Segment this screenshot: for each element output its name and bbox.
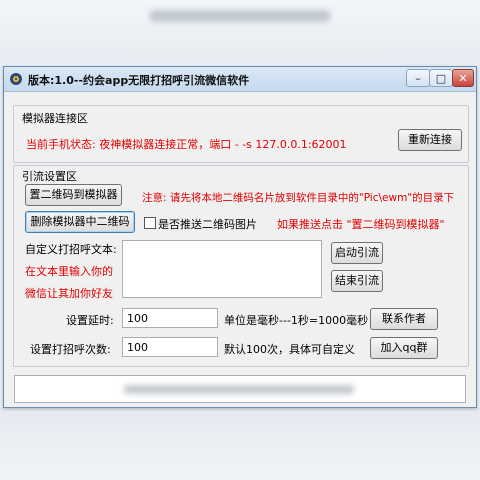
notice-text: 注意: 请先将本地二维码名片放到软件目录中的"Pic\ewm"的目录下: [142, 192, 455, 204]
emulator-group-title: 模拟器连接区: [22, 112, 88, 125]
emulator-status-text: 当前手机状态: 夜神模拟器连接正常，端口 - -s 127.0.0.1:6200…: [26, 138, 347, 151]
count-input[interactable]: [122, 337, 218, 357]
count-label: 设置打招呼次数:: [30, 343, 111, 356]
app-icon: [10, 73, 22, 85]
greeting-label: 自定义打招呼文本:: [25, 243, 117, 256]
push-hint-text: 如果推送点击 "置二维码到模拟器": [277, 218, 445, 231]
minimize-button[interactable]: –: [406, 69, 430, 87]
app-window: 版本:1.0--约会app无限打招呼引流微信软件 – □ ✕ 模拟器连接区 当前…: [3, 66, 477, 408]
greeting-hint-line1: 在文本里输入你的: [25, 265, 113, 278]
contact-author-button[interactable]: 联系作者: [370, 308, 438, 330]
set-qr-to-emulator-button[interactable]: 置二维码到模拟器: [25, 184, 122, 206]
emulator-connection-group: 模拟器连接区 当前手机状态: 夜神模拟器连接正常，端口 - -s 127.0.0…: [13, 105, 469, 163]
background-bottom: [0, 408, 480, 480]
blurred-log-text: [124, 385, 354, 394]
count-hint-text: 默认100次，具体可自定义: [224, 343, 355, 356]
greeting-textarea[interactable]: [122, 240, 322, 298]
delay-input[interactable]: [122, 308, 218, 328]
stop-lead-button[interactable]: 结束引流: [331, 270, 383, 292]
close-button[interactable]: ✕: [452, 69, 474, 87]
reconnect-button[interactable]: 重新连接: [398, 129, 462, 151]
start-lead-button[interactable]: 启动引流: [331, 242, 383, 264]
title-bar[interactable]: 版本:1.0--约会app无限打招呼引流微信软件 – □ ✕: [4, 67, 476, 92]
push-qr-label[interactable]: 是否推送二维码图片: [158, 216, 257, 232]
join-qq-group-button[interactable]: 加入qq群: [370, 337, 438, 359]
push-qr-checkbox[interactable]: [144, 217, 156, 229]
delay-label: 设置延时:: [66, 314, 114, 327]
blurred-watermark-top: [150, 10, 330, 22]
delay-unit-text: 单位是毫秒---1秒=1000毫秒: [224, 314, 369, 327]
delete-qr-button[interactable]: 删除模拟器中二维码: [25, 211, 135, 233]
greeting-hint-line2: 微信让其加你好友: [25, 287, 113, 300]
lead-group-title: 引流设置区: [22, 170, 77, 183]
lead-settings-group: 引流设置区 置二维码到模拟器 注意: 请先将本地二维码名片放到软件目录中的"Pi…: [13, 165, 469, 367]
maximize-button[interactable]: □: [429, 69, 453, 87]
window-title: 版本:1.0--约会app无限打招呼引流微信软件: [28, 74, 250, 87]
